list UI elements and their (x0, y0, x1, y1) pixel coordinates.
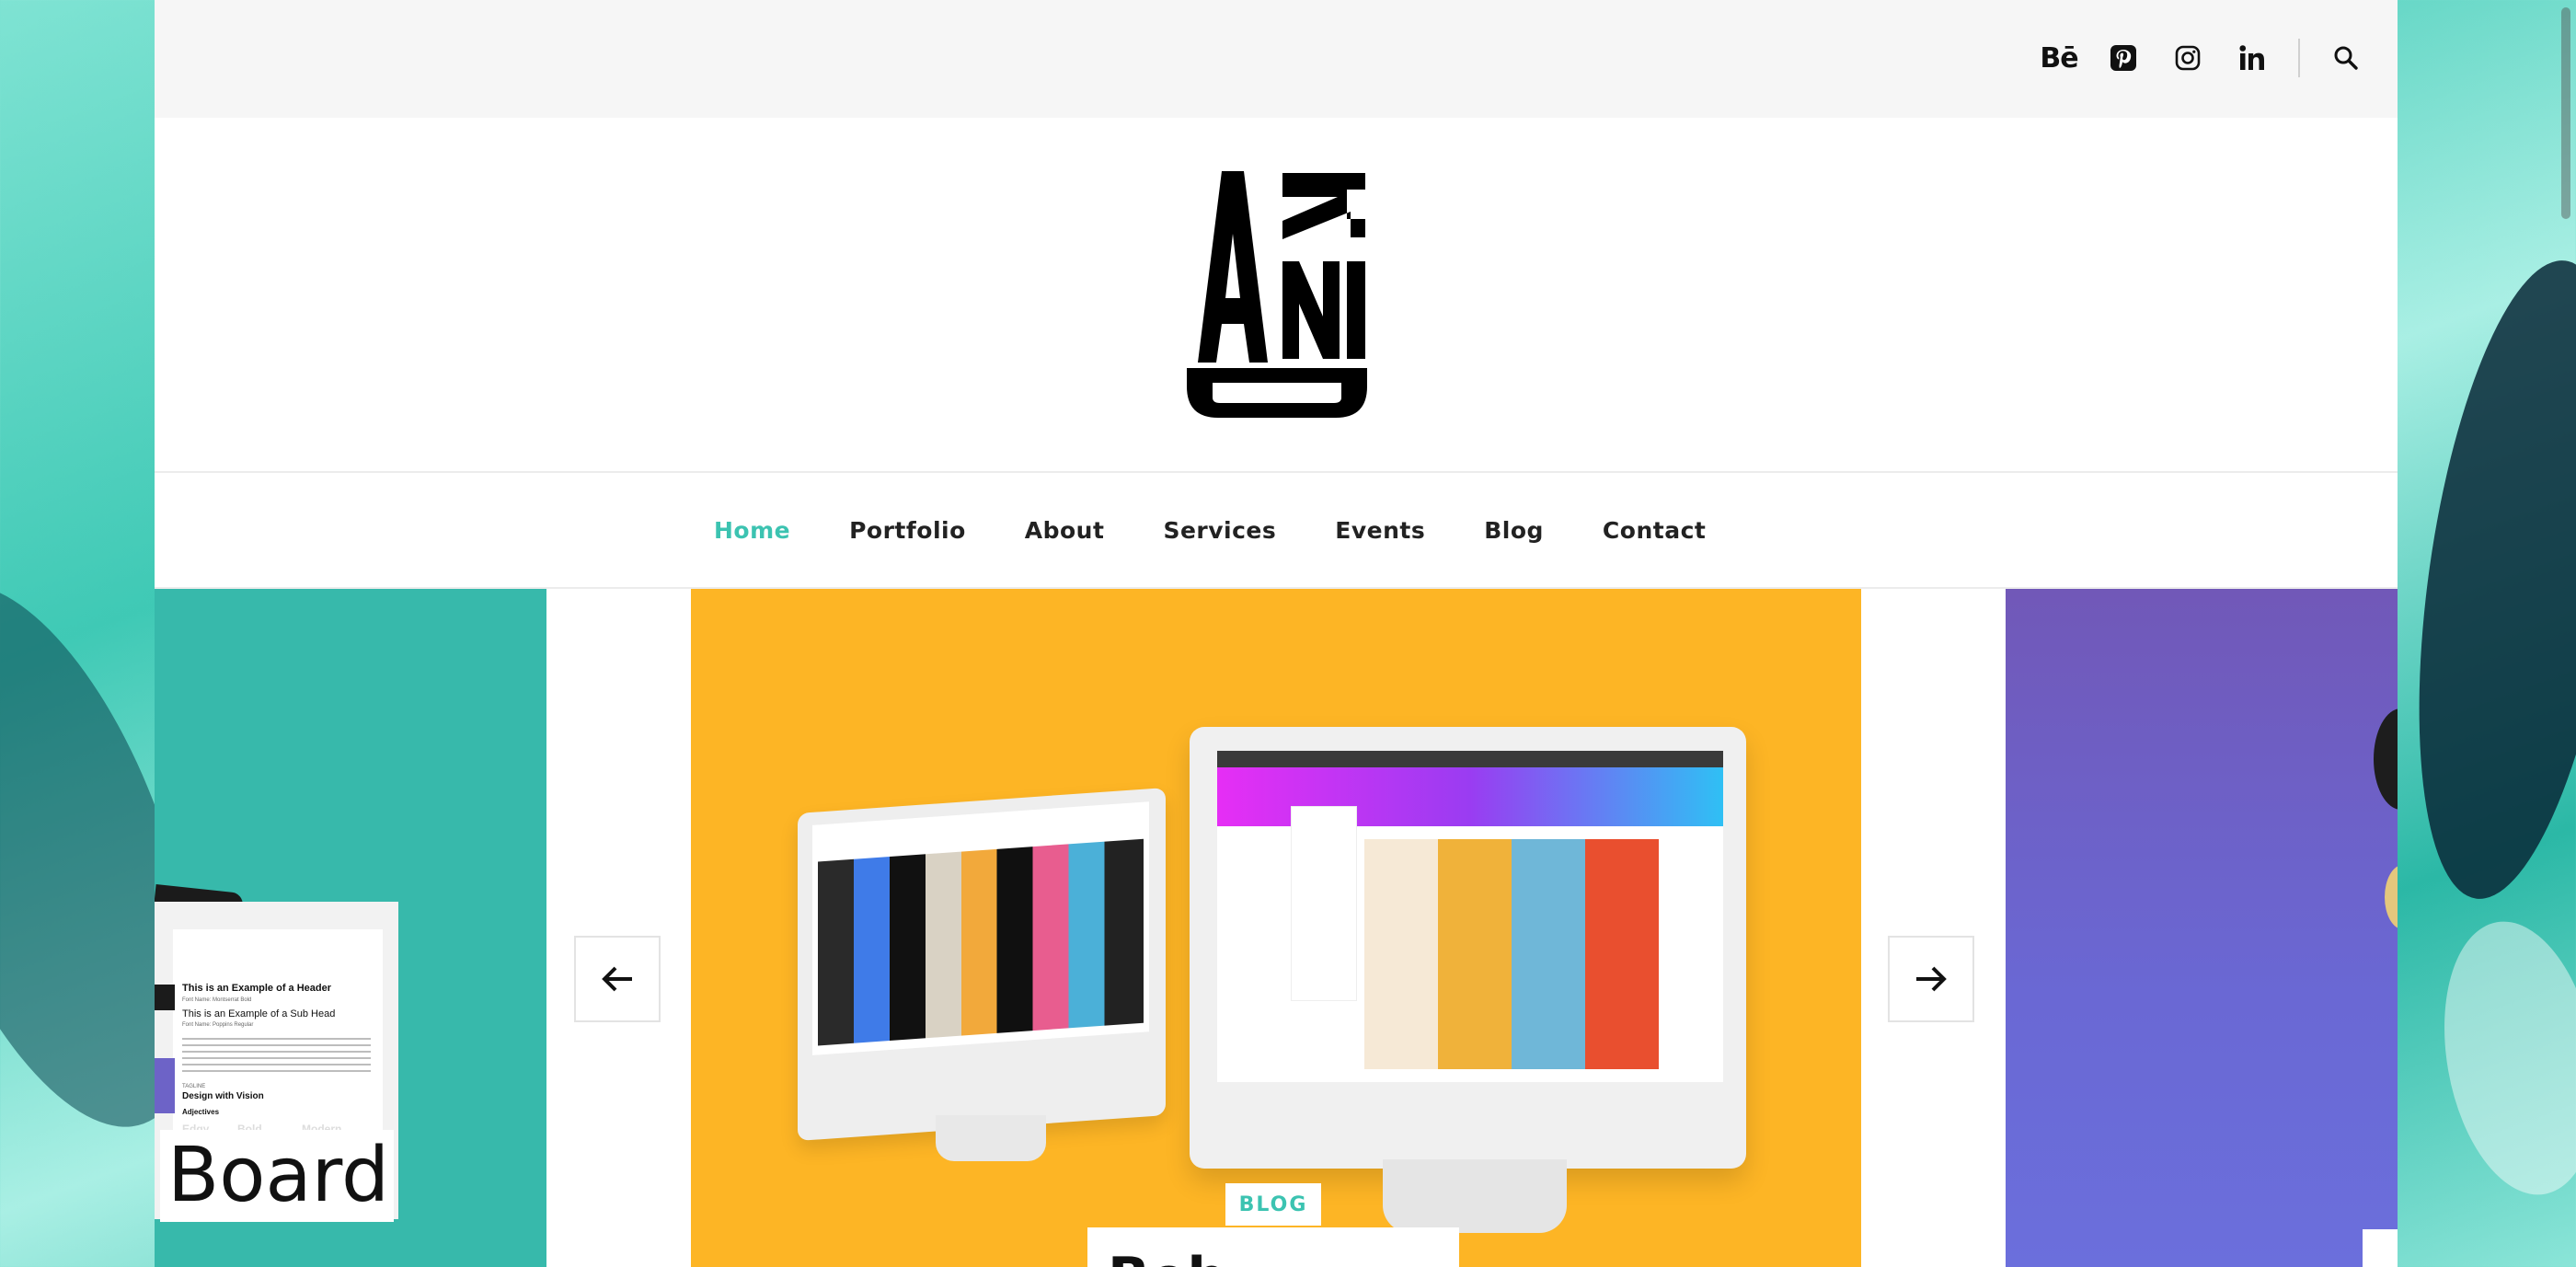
previous-slide-button[interactable] (574, 936, 661, 1022)
doc-tagline: Design with Vision (182, 1091, 264, 1101)
background-swirl (2385, 248, 2576, 912)
swatch (155, 985, 175, 1010)
monitor-frame (1190, 727, 1746, 1169)
screen-thumbnail-grid (818, 838, 1144, 1046)
screen-project-grid (1364, 839, 1659, 1069)
slide-title[interactable]: Board (160, 1130, 394, 1222)
page-scrollbar[interactable] (2554, 0, 2576, 1267)
social-links: Bē (2040, 35, 2364, 81)
monitor-image (798, 788, 1175, 1161)
next-slide-button[interactable] (1888, 936, 1974, 1022)
monitor-screen (812, 801, 1149, 1055)
behance-label: Bē (2040, 41, 2078, 75)
top-bar: Bē (155, 0, 2398, 118)
slide-title[interactable]: Beh (1087, 1227, 1459, 1267)
slide-next[interactable] (2006, 589, 2398, 1267)
doc-subhead: This is an Example of a Sub Head (182, 1008, 336, 1019)
category-tag[interactable]: BLOG (1225, 1183, 1321, 1226)
monitor-image (1190, 727, 1751, 1251)
monitor-screen (1217, 751, 1723, 1082)
slide-title-box (2363, 1229, 2398, 1267)
guitar-image (2374, 708, 2398, 810)
main-nav: Home Portfolio About Services Events Blo… (155, 471, 2398, 589)
nav-item-portfolio[interactable]: Portfolio (849, 517, 966, 544)
pinterest-icon[interactable] (2105, 40, 2142, 76)
doc-header: This is an Example of a Header (182, 983, 332, 994)
website-page: Bē Home Portfolio About Services Events … (155, 0, 2398, 1267)
linkedin-icon[interactable] (2234, 40, 2271, 76)
monitor-stand (1383, 1159, 1567, 1233)
nav-item-about[interactable]: About (1025, 517, 1105, 544)
screen-menubar (1217, 751, 1723, 767)
logo-area (155, 118, 2398, 471)
doc-adjectives: Adjectives (182, 1108, 220, 1116)
monitor-frame (798, 788, 1166, 1141)
behance-icon[interactable]: Bē (2040, 40, 2078, 76)
site-logo[interactable] (1185, 169, 1369, 420)
nav-item-contact[interactable]: Contact (1603, 517, 1706, 544)
nav-item-services[interactable]: Services (1163, 517, 1276, 544)
scrollbar-thumb[interactable] (2561, 7, 2570, 219)
instagram-icon[interactable] (2169, 40, 2206, 76)
arrow-right-icon (1916, 966, 1947, 992)
nav-list: Home Portfolio About Services Events Blo… (714, 517, 1765, 544)
swatch (155, 1058, 175, 1113)
nav-item-home[interactable]: Home (714, 517, 790, 544)
guitar-image (2385, 865, 2398, 929)
arrow-left-icon (602, 966, 632, 992)
doc-header-font: Font Name: Montserrat Bold (182, 997, 252, 1003)
social-divider (2298, 39, 2300, 77)
doc-tagline-label: TAGLINE (182, 1084, 206, 1089)
monitor-stand (936, 1115, 1046, 1161)
featured-slider: This is an Example of a Header Font Name… (155, 589, 2398, 1267)
doc-subhead-font: Font Name: Poppins Regular (182, 1022, 254, 1028)
nav-item-blog[interactable]: Blog (1484, 517, 1544, 544)
slide-board[interactable]: This is an Example of a Header Font Name… (155, 589, 546, 1267)
doc-paragraph (182, 1038, 371, 1075)
slide-behance[interactable]: BLOG (691, 589, 1861, 1267)
search-icon[interactable] (2328, 40, 2364, 76)
nav-item-events[interactable]: Events (1335, 517, 1425, 544)
screen-profile-card (1291, 806, 1357, 1001)
